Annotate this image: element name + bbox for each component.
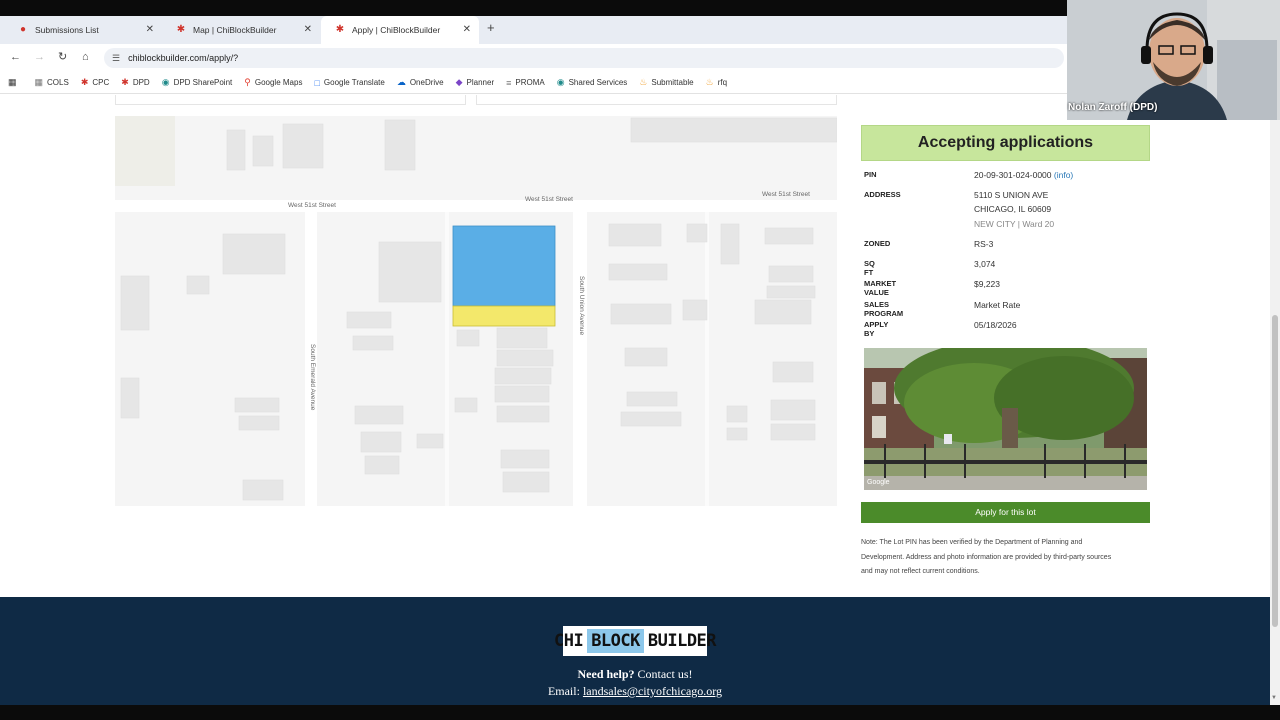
new-tab-icon[interactable]: + [487, 20, 495, 35]
bookmark-icon: ☁ [396, 77, 406, 87]
photo-credit: Google [867, 479, 890, 486]
forward-icon[interactable]: → [34, 50, 45, 64]
status-banner: Accepting applications [861, 125, 1150, 161]
pin-label: PIN [864, 170, 877, 179]
bookmark-submittable[interactable]: ♨ Submittable [639, 77, 693, 88]
market-value: $9,223 [974, 279, 1000, 289]
form-field-edge [476, 95, 837, 105]
tab-close-icon[interactable]: ✕ [463, 24, 471, 36]
apply-by-value: 05/18/2026 [974, 320, 1017, 330]
bookmark-shared-services[interactable]: ◉ Shared Services [557, 77, 628, 88]
bookmark-icon: ♨ [705, 77, 714, 87]
browser-window: ● Submissions List ✕ ✱ Map | ChiBlockBui… [0, 0, 1280, 720]
address-label: ADDRESS [864, 190, 901, 199]
tab-favicon-icon: ● [19, 24, 27, 35]
back-icon[interactable]: ← [10, 50, 21, 64]
sales-program-label: SALES PROGRAM [864, 300, 904, 318]
bookmark-icon: □ [314, 77, 320, 88]
street-label: South Union Avenue [578, 276, 585, 336]
sqft-value: 3,074 [974, 259, 996, 269]
apps-icon[interactable]: ▦ [8, 77, 21, 88]
webcam-name-label: Nolan Zaroff (DPD) [1068, 102, 1158, 113]
map-canvas[interactable]: West 51st Street West 51st Street West 5… [115, 116, 837, 506]
bookmark-planner[interactable]: ◆ Planner [456, 77, 495, 88]
lot-details-panel: Accepting applications PIN 20-09-301-024… [856, 120, 1156, 600]
bookmark-dpd[interactable]: ✱ DPD [121, 77, 149, 88]
tab-title: Apply | ChiBlockBuilder [352, 25, 441, 35]
apply-for-lot-button[interactable]: Apply for this lot [861, 502, 1150, 523]
bookmark-rfq[interactable]: ♨ rfq [706, 77, 727, 88]
bookmark-icon: ◉ [556, 77, 565, 87]
form-field-edge [115, 95, 466, 105]
bookmark-cols[interactable]: ▦ COLS [35, 77, 69, 88]
tab-map[interactable]: ✱ Map | ChiBlockBuilder ✕ [162, 16, 320, 44]
page-scrollbar[interactable]: ▲ ▼ [1270, 95, 1280, 705]
bookmark-icon: ✱ [80, 77, 89, 87]
url-text: chiblockbuilder.com/apply/? [128, 53, 239, 63]
sqft-label: SQ FT [864, 259, 875, 277]
reload-icon[interactable]: ↻ [58, 50, 67, 64]
bookmark-icon: ⚲ [244, 77, 251, 87]
tab-favicon-icon: ✱ [335, 24, 345, 35]
bookmark-dpd-sharepoint[interactable]: ◉ DPD SharePoint [162, 77, 233, 88]
bookmark-icon: ◉ [161, 77, 170, 87]
street-label: West 51st Street [762, 191, 810, 198]
bookmark-icon: ≡ [506, 77, 512, 88]
market-value-label: MARKET VALUE [864, 279, 897, 297]
zoned-label: ZONED [864, 239, 891, 248]
bookmark-icon: ✱ [121, 77, 129, 87]
apply-by-label: APPLY BY [864, 320, 889, 338]
email-line: Email: landsales@cityofchicago.org [547, 684, 723, 698]
tab-title: Submissions List [35, 25, 99, 35]
help-text: Need help? Contact us! [577, 667, 693, 681]
bookmark-google-translate[interactable]: □ Google Translate [314, 78, 384, 88]
tab-favicon-icon: ✱ [176, 24, 186, 35]
tab-submissions[interactable]: ● Submissions List ✕ [4, 16, 162, 44]
street-view-photo: Google [864, 348, 1147, 490]
sales-program-value: Market Rate [974, 300, 1021, 310]
screen-bottom-strip [0, 705, 1280, 720]
bookmark-icon: ♨ [639, 77, 648, 87]
street-label: West 51st Street [288, 202, 336, 209]
bookmark-google-maps[interactable]: ⚲ Google Maps [244, 77, 302, 88]
street-label: South Emerald Avenue [309, 344, 316, 411]
bookmark-icon: ▦ [34, 77, 44, 87]
bookmark-icon: ◆ [455, 77, 463, 87]
address-bar[interactable]: ☰ chiblockbuilder.com/apply/? [104, 48, 1064, 68]
scroll-down-icon[interactable]: ▼ [1271, 695, 1277, 701]
tab-apply[interactable]: ✱ Apply | ChiBlockBuilder ✕ [321, 16, 479, 44]
address-line2: CHICAGO, IL 60609 [974, 204, 1052, 214]
address-area: NEW CITY | Ward 20 [974, 219, 1055, 229]
zoned-value: RS-3 [974, 239, 994, 249]
street-label: West 51st Street [525, 196, 573, 203]
bookmark-onedrive[interactable]: ☁ OneDrive [397, 77, 444, 88]
bookmark-proma[interactable]: ≡ PROMA [506, 78, 545, 88]
chi-block-builder-logo[interactable]: CHI BLOCK BUILDER [554, 626, 717, 656]
address-line1: 5110 S UNION AVE [974, 190, 1049, 200]
site-info-icon[interactable]: ☰ [112, 53, 120, 64]
pin-value: 20-09-301-024-0000 (info) [974, 170, 1074, 180]
tab-close-icon[interactable]: ✕ [304, 24, 312, 36]
scroll-thumb[interactable] [1272, 315, 1278, 627]
verification-note: Note: The Lot PIN has been verified by t… [861, 539, 1112, 575]
tab-close-icon[interactable]: ✕ [146, 24, 154, 36]
bookmark-cpc[interactable]: ✱ CPC [81, 77, 109, 88]
email-link[interactable]: landsales@cityofchicago.org [583, 684, 722, 698]
site-footer: CHI BLOCK BUILDER Need help? Contact us! E… [0, 597, 1270, 705]
home-icon[interactable]: ⌂ [82, 50, 89, 64]
page-content: West 51st Street West 51st Street West 5… [0, 95, 1270, 705]
lot-map[interactable]: West 51st Street West 51st Street West 5… [115, 116, 837, 506]
pin-info-link[interactable]: (info) [1054, 170, 1073, 180]
tab-title: Map | ChiBlockBuilder [193, 25, 277, 35]
